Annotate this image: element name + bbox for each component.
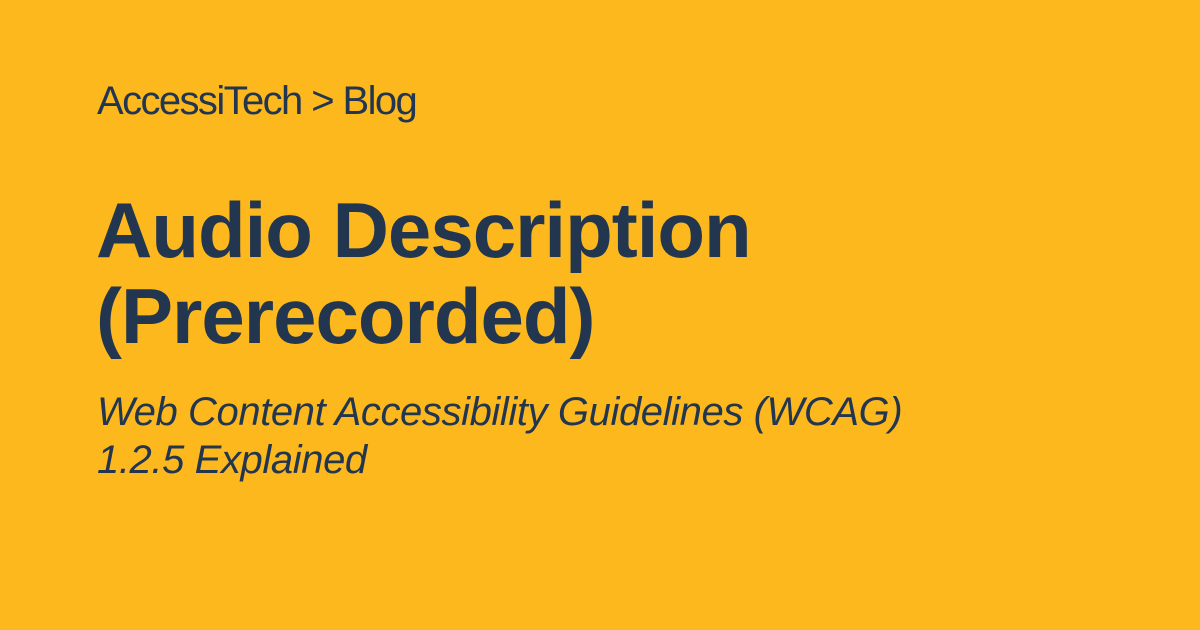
page-title: Audio Description (Prerecorded) — [96, 186, 1146, 360]
page-title-line-2: (Prerecorded) — [96, 271, 596, 360]
page-title-line-1: Audio Description — [96, 186, 752, 274]
page-subtitle: Web Content Accessibility Guidelines (WC… — [97, 388, 1147, 484]
page-subtitle-line-2: 1.2.5 Explained — [97, 438, 367, 482]
social-share-card: AccessiTech > Blog Audio Description (Pr… — [0, 0, 1200, 630]
page-subtitle-line-1: Web Content Accessibility Guidelines (WC… — [97, 390, 903, 434]
breadcrumb: AccessiTech > Blog — [97, 79, 418, 123]
